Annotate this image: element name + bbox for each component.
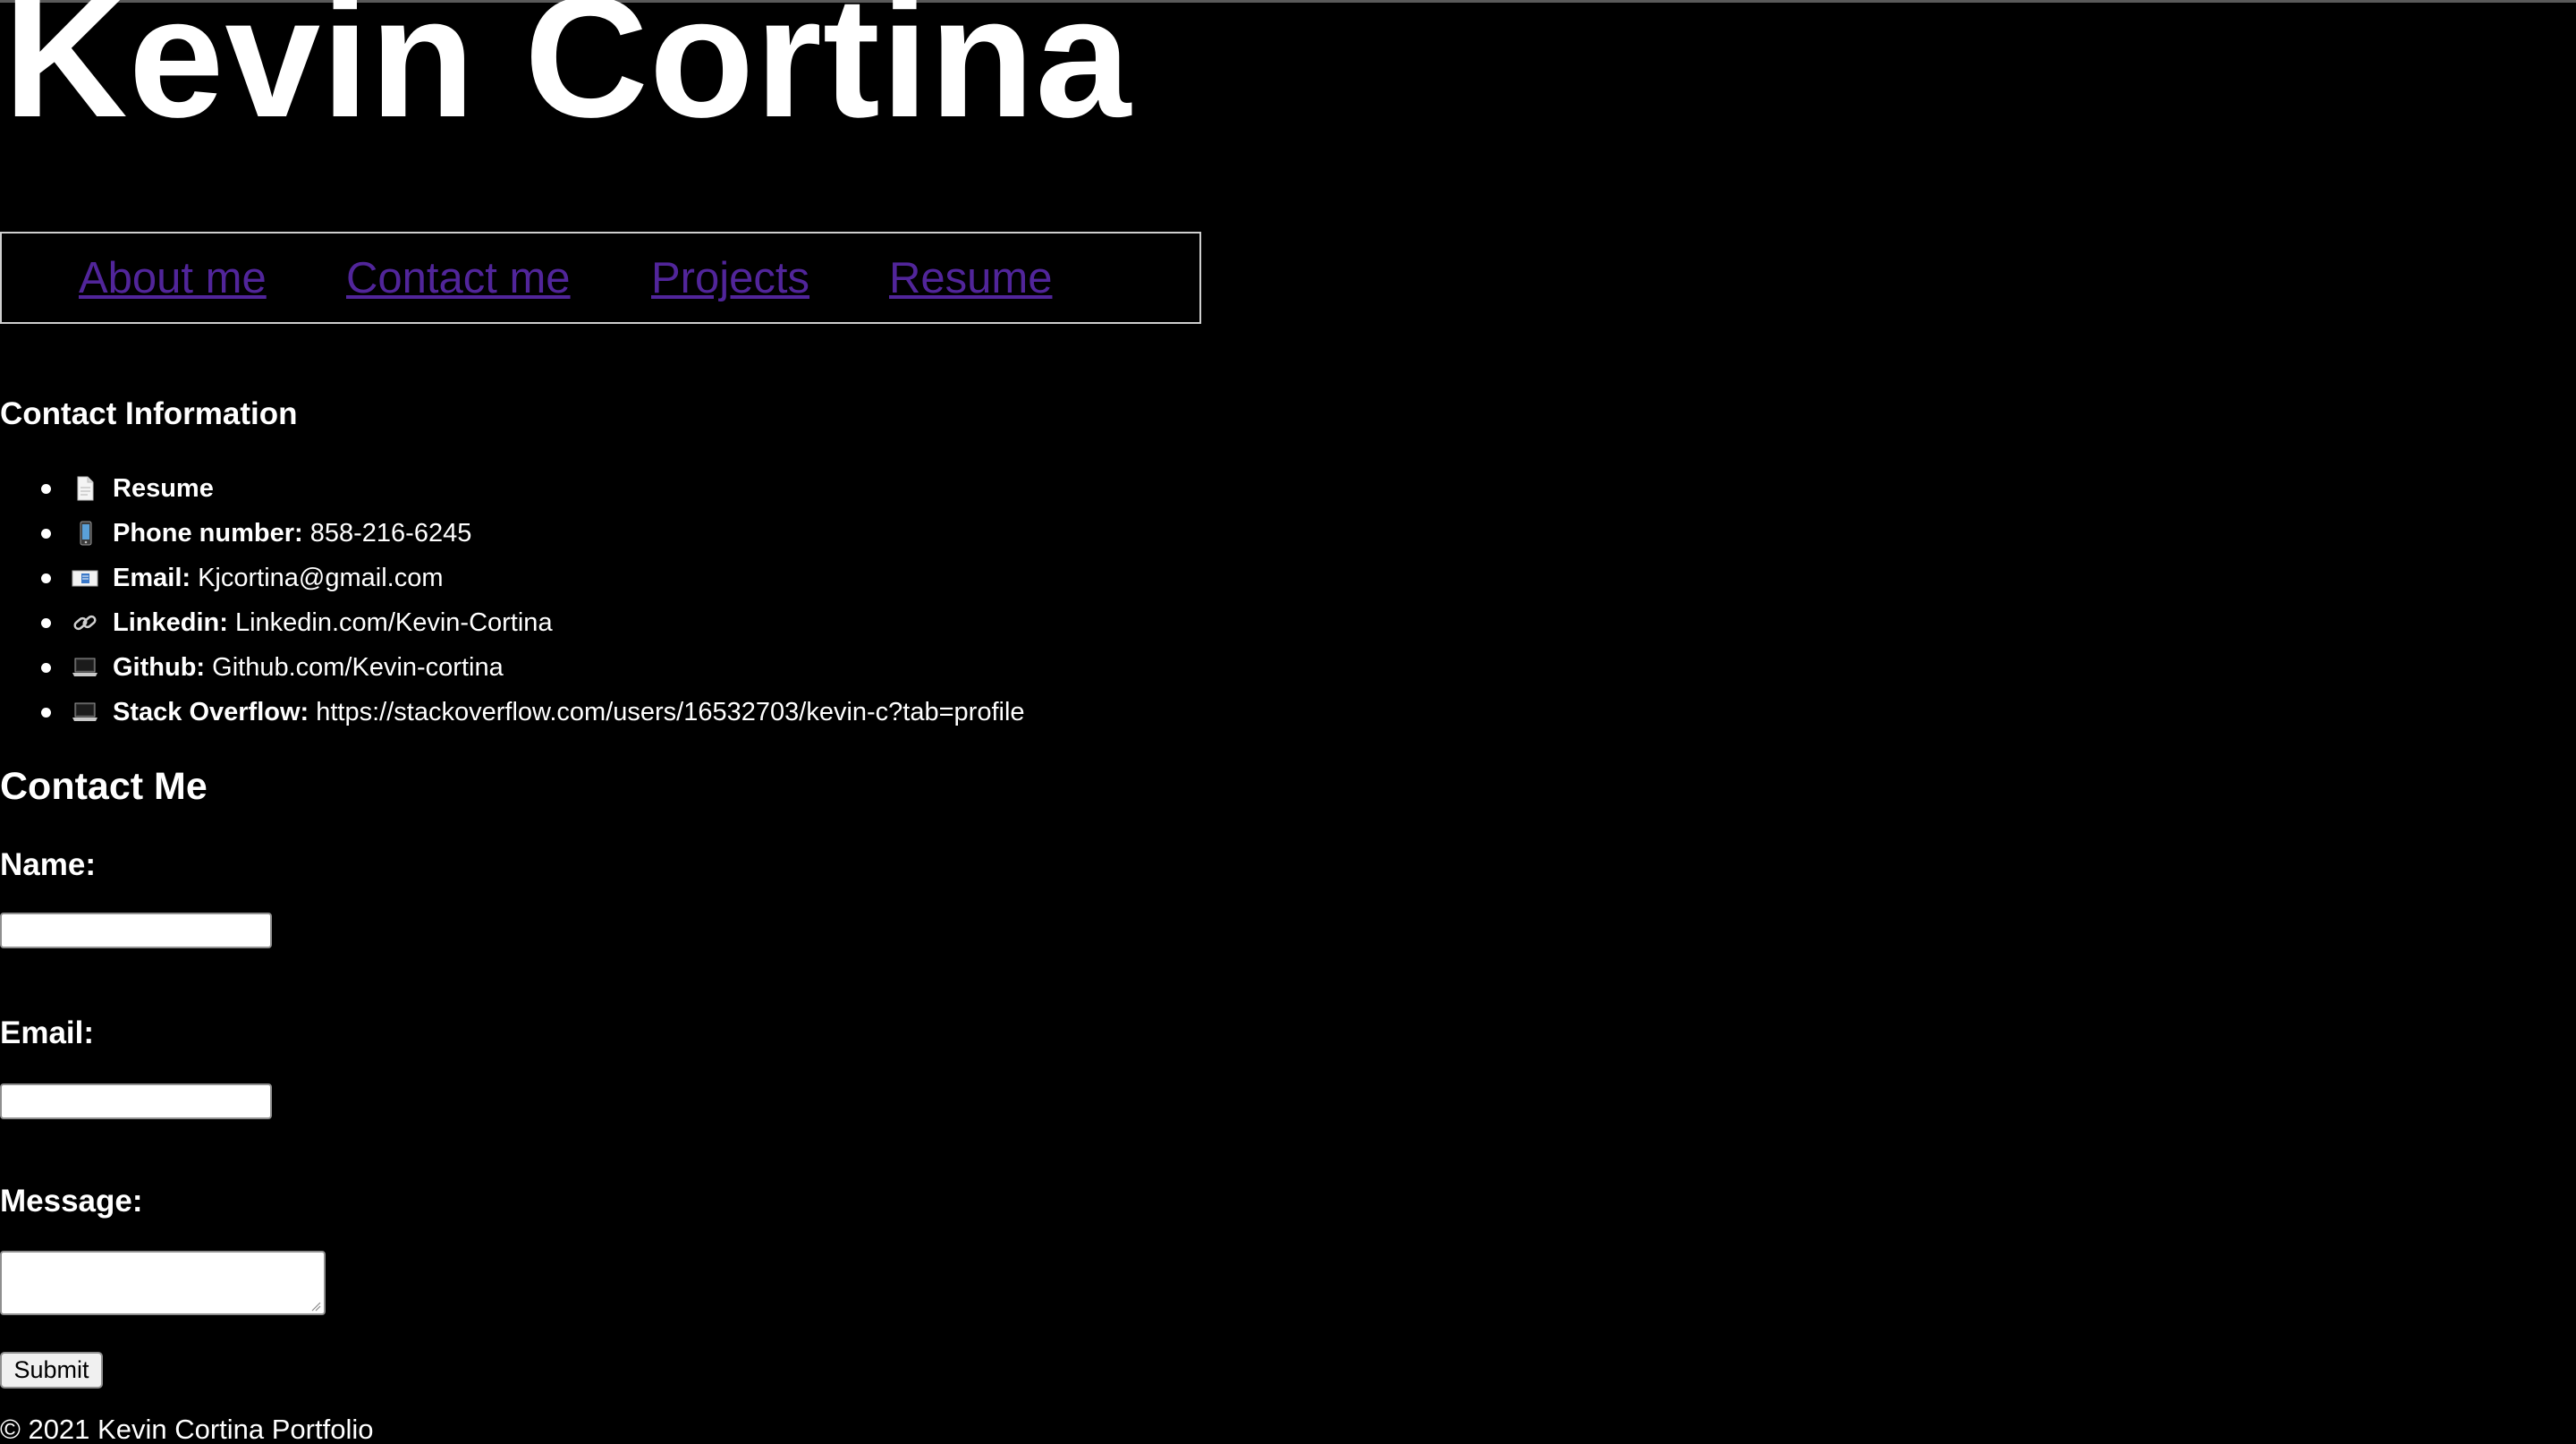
footer-copyright: © 2021 Kevin Cortina Portfolio (0, 1414, 374, 1444)
contact-label: Stack Overflow: (113, 698, 309, 726)
nav-link-resume[interactable]: Resume (889, 253, 1052, 303)
email-value: Kjcortina@gmail.com (198, 564, 444, 592)
email-label: Email: (0, 1015, 95, 1050)
laptop-icon (72, 700, 98, 725)
nav-link-contact-me[interactable]: Contact me (346, 253, 571, 303)
linkedin-value: Linkedin.com/Kevin-Cortina (234, 608, 553, 637)
document-icon (72, 476, 98, 501)
bullet-icon (41, 484, 51, 494)
link-icon (72, 610, 98, 635)
contact-label: Github: (113, 653, 206, 682)
email-icon (72, 565, 98, 590)
resize-handle-icon[interactable] (310, 1300, 321, 1312)
name-input[interactable] (0, 913, 272, 948)
message-label: Message: (0, 1184, 143, 1219)
nav-link-about-me[interactable]: About me (79, 253, 267, 303)
contact-me-heading: Contact Me (0, 765, 208, 808)
stack-overflow-value: https://stackoverflow.com/users/16532703… (316, 698, 1025, 726)
name-label: Name: (0, 847, 96, 882)
nav-link-projects[interactable]: Projects (651, 253, 809, 303)
page: Kevin Cortina About me Contact me Projec… (0, 0, 2576, 1444)
bullet-icon (41, 663, 51, 673)
mobile-phone-icon (72, 521, 98, 546)
bullet-icon (41, 708, 51, 718)
contact-label: Linkedin: (113, 608, 228, 637)
contact-label: Resume (113, 474, 214, 503)
github-value: Github.com/Kevin-cortina (212, 653, 504, 682)
contact-information-heading: Contact Information (0, 396, 298, 431)
email-input[interactable] (0, 1083, 272, 1119)
main-nav: About me Contact me Projects Resume (0, 232, 1201, 324)
bullet-icon (41, 529, 51, 539)
contact-label: Email: (113, 564, 191, 592)
phone-number-value: 858-216-6245 (309, 519, 472, 548)
laptop-icon (72, 655, 98, 680)
page-title: Kevin Cortina (4, 0, 1132, 153)
contact-label: Phone number: (113, 519, 303, 548)
message-textarea[interactable] (0, 1251, 326, 1315)
submit-button[interactable]: Submit (0, 1352, 103, 1389)
bullet-icon (41, 618, 51, 628)
bullet-icon (41, 573, 51, 583)
